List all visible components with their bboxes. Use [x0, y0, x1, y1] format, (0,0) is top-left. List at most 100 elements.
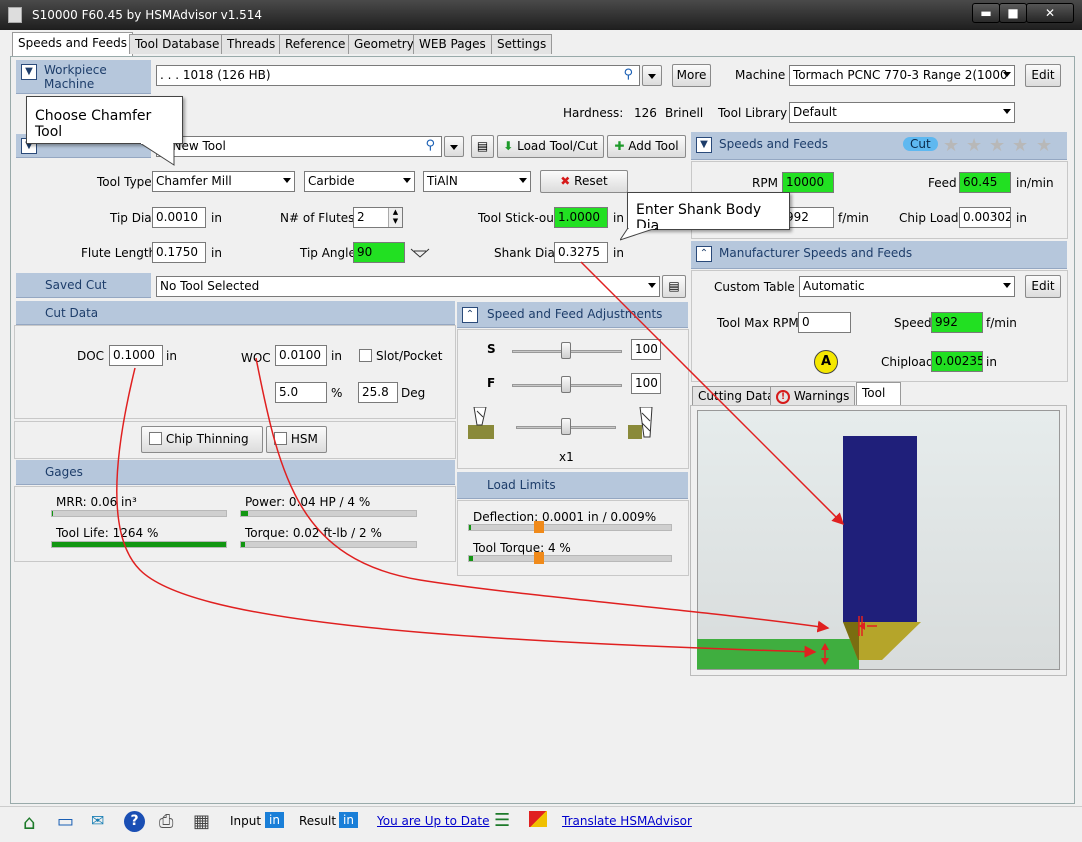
woc-percent-input[interactable]: 5.0: [275, 382, 327, 403]
rpm-value[interactable]: 10000: [782, 172, 834, 193]
tab-web-pages[interactable]: WEB Pages: [413, 34, 492, 54]
reset-button[interactable]: ✖ Reset: [540, 170, 628, 193]
sfm-unit: f/min: [838, 211, 869, 225]
collapse-adjustments-icon[interactable]: ⌃: [462, 307, 478, 323]
star-2-icon[interactable]: ★: [966, 135, 982, 156]
chevron-down-icon: [519, 178, 527, 183]
minimize-button[interactable]: ▬: [972, 3, 1000, 23]
tab-speeds-and-feeds[interactable]: Speeds and Feeds: [12, 32, 133, 56]
tool-max-rpm-input[interactable]: 0: [798, 312, 851, 333]
tool-dropdown-button[interactable]: [444, 136, 464, 157]
chat-icon[interactable]: ▭: [57, 811, 74, 832]
tab-settings[interactable]: Settings: [491, 34, 553, 54]
search-icon[interactable]: ⚲: [425, 138, 435, 153]
database-icon[interactable]: ☰: [494, 810, 510, 831]
tool-edit-icon[interactable]: ▤: [471, 135, 494, 158]
maximize-button[interactable]: ■: [999, 3, 1027, 23]
notes-icon[interactable]: ▦: [193, 811, 210, 832]
stickout-input[interactable]: 1.0000: [554, 207, 608, 228]
saved-cut-edit-icon[interactable]: ▤: [662, 275, 686, 298]
hsm-toggle[interactable]: HSM: [266, 426, 327, 453]
hsm-checkbox[interactable]: [274, 432, 287, 445]
material-dropdown-button[interactable]: [642, 65, 662, 86]
flute-length-input[interactable]: 0.1750: [152, 242, 206, 263]
flutes-stepper[interactable]: 2 ▲ ▼: [353, 207, 403, 228]
input-unit-toggle[interactable]: in: [265, 812, 284, 828]
star-3-icon[interactable]: ★: [989, 135, 1005, 156]
comment-icon[interactable]: ✉: [91, 811, 104, 830]
tab-geometry[interactable]: Geometry: [348, 34, 420, 54]
mrr-bar-fill: [52, 511, 53, 516]
star-5-icon[interactable]: ★: [1036, 135, 1052, 156]
result-unit-toggle[interactable]: in: [339, 812, 358, 828]
tool-type-label: Tool Type: [97, 175, 152, 189]
chip-thinning-toggle[interactable]: Chip Thinning: [141, 426, 263, 453]
tab-tool-database[interactable]: Tool Database: [129, 34, 226, 54]
print-icon[interactable]: ⎙: [159, 811, 173, 832]
tool-torque-text: Tool Torque: 4 %: [473, 541, 571, 555]
workpiece-header-line2: Machine: [44, 77, 95, 91]
feed-slider-thumb[interactable]: [561, 376, 571, 393]
slot-pocket-checkbox[interactable]: [359, 349, 372, 362]
tool-max-rpm-label: Tool Max RPM: [717, 316, 799, 330]
doc-input[interactable]: 0.1000: [109, 345, 163, 366]
flag-icon[interactable]: [529, 811, 547, 827]
tab-tool[interactable]: Tool: [856, 382, 901, 406]
result-label: Result: [299, 814, 337, 828]
tab-warnings-label: Warnings: [793, 389, 850, 403]
translate-link[interactable]: Translate HSMAdvisor: [562, 814, 692, 828]
custom-table-label: Custom Table: [714, 280, 795, 294]
star-1-icon[interactable]: ★: [943, 135, 959, 156]
chip-load-value[interactable]: 0.00302: [959, 207, 1011, 228]
help-icon[interactable]: ?: [124, 811, 145, 832]
tab-reference[interactable]: Reference: [279, 34, 352, 54]
woc-input[interactable]: 0.0100: [275, 345, 327, 366]
spindle-slider-thumb[interactable]: [561, 342, 571, 359]
custom-table-edit-button[interactable]: Edit: [1025, 275, 1061, 298]
shank-dia-input[interactable]: 0.3275: [554, 242, 608, 263]
custom-table-select[interactable]: Automatic: [799, 276, 1015, 297]
mfr-speed-value[interactable]: 992: [931, 312, 983, 333]
spindle-percent-input[interactable]: 100: [631, 339, 661, 360]
material-select[interactable]: . . . 1018 (126 HB) ⚲: [156, 65, 640, 86]
search-icon[interactable]: ⚲: [623, 67, 633, 82]
update-link[interactable]: You are Up to Date: [377, 814, 489, 828]
tip-dia-input[interactable]: 0.0010: [152, 207, 206, 228]
chevron-down-icon: [283, 178, 291, 183]
flute-length-label: Flute Length: [81, 246, 157, 260]
mfr-chipload-value[interactable]: 0.00235: [931, 351, 983, 372]
collapse-workpiece-icon[interactable]: ▼: [21, 64, 37, 80]
cut-badge[interactable]: Cut: [903, 137, 938, 151]
machine-select[interactable]: Tormach PCNC 770-3 Range 2(1000: [789, 65, 1015, 86]
tip-angle-input[interactable]: 90: [353, 242, 405, 263]
tool-type-select[interactable]: Chamfer Mill: [152, 171, 295, 192]
collapse-speeds-feeds-icon[interactable]: ▼: [696, 137, 712, 153]
more-button[interactable]: More: [672, 64, 711, 87]
aggressiveness-slider-thumb[interactable]: [561, 418, 571, 435]
tool-select[interactable]: ll New Tool ⚲: [156, 136, 442, 157]
engagement-angle-input[interactable]: 25.8: [358, 382, 398, 403]
tool-library-select[interactable]: Default: [789, 102, 1015, 123]
load-tool-button[interactable]: ⬇ Load Tool/Cut: [497, 135, 604, 158]
add-tool-button[interactable]: ✚ Add Tool: [607, 135, 686, 158]
stepper-arrows-icon[interactable]: ▲ ▼: [388, 208, 402, 227]
collapse-manufacturer-icon[interactable]: ⌃: [696, 246, 712, 262]
close-button[interactable]: ✕: [1026, 3, 1074, 23]
tab-threads[interactable]: Threads: [221, 34, 282, 54]
tool-material-select[interactable]: Carbide: [304, 171, 415, 192]
machine-edit-button[interactable]: Edit: [1025, 64, 1061, 87]
tab-cutting-data[interactable]: Cutting Data: [692, 386, 781, 406]
coating-select[interactable]: TiAlN: [423, 171, 531, 192]
engagement-angle-unit: Deg: [401, 386, 426, 400]
shank-dia-unit: in: [613, 246, 624, 260]
input-label: Input: [230, 814, 262, 828]
multiplier-label: x1: [559, 450, 574, 464]
feed-value[interactable]: 60.45: [959, 172, 1011, 193]
tab-warnings[interactable]: ! Warnings: [770, 386, 856, 406]
home-icon[interactable]: ⌂: [23, 810, 36, 834]
saved-cut-select[interactable]: No Tool Selected: [156, 276, 660, 297]
chip-thinning-checkbox[interactable]: [149, 432, 162, 445]
mrr-bar: [51, 510, 227, 517]
star-4-icon[interactable]: ★: [1012, 135, 1028, 156]
feed-percent-input[interactable]: 100: [631, 373, 661, 394]
